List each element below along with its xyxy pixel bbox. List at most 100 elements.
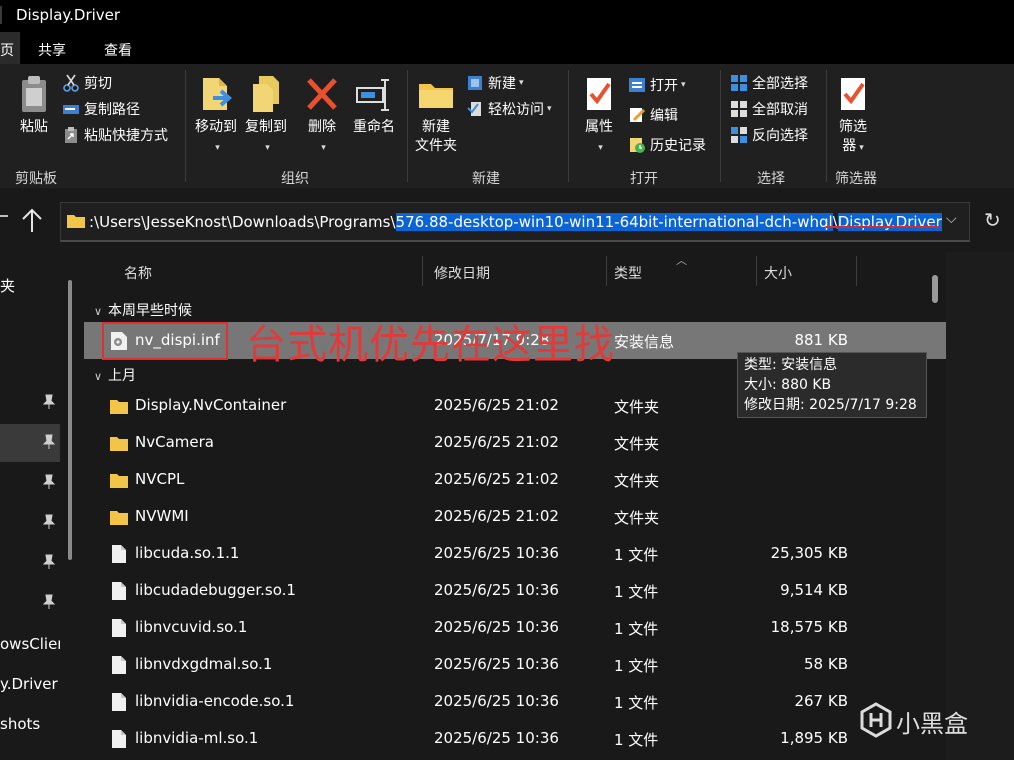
column-divider[interactable]: [422, 256, 423, 286]
file-date: 2025/6/25 21:02: [434, 433, 559, 451]
folder-icon: [110, 511, 128, 525]
file-date: 2025/6/25 21:02: [434, 470, 559, 488]
column-type[interactable]: 类型: [614, 263, 642, 283]
file-row[interactable]: libnvidia-encode.so.1 2025/6/25 10:36 1 …: [84, 683, 946, 720]
delete-button[interactable]: 删除 ▾: [300, 74, 344, 158]
nav-item-display-driver[interactable]: y.Driver: [0, 666, 60, 704]
group-header-this-week[interactable]: ∨ 本周早些时候: [94, 300, 192, 320]
pin-icon[interactable]: [42, 514, 56, 530]
group-label-organize: 组织: [281, 171, 309, 187]
select-none-button[interactable]: 全部取消: [730, 98, 808, 120]
invert-selection-button[interactable]: 反向选择: [730, 124, 808, 146]
history-button[interactable]: 历史记录: [628, 134, 706, 156]
copy-to-label: 复制到: [245, 119, 287, 135]
file-row[interactable]: libcuda.so.1.1 2025/6/25 10:36 1 文件 25,3…: [84, 535, 946, 572]
file-name: libcuda.so.1.1: [135, 544, 240, 562]
select-all-icon: [731, 75, 747, 91]
file-name: Display.NvContainer: [135, 396, 287, 414]
nav-item-screenshots[interactable]: shots: [0, 706, 60, 744]
file-date: 2025/6/25 21:02: [434, 396, 559, 414]
file-row[interactable]: libcudadebugger.so.1 2025/6/25 10:36 1 文…: [84, 572, 946, 609]
select-all-button[interactable]: 全部选择: [730, 72, 808, 94]
new-folder-button[interactable]: 新建 文件夹: [412, 74, 460, 156]
column-divider[interactable]: [756, 256, 757, 286]
file-date: 2025/6/25 10:36: [434, 729, 559, 747]
file-name: NvCamera: [135, 433, 214, 451]
address-path[interactable]: :\Users\JesseKnost\Downloads\Programs\57…: [89, 213, 942, 231]
file-row[interactable]: NVCPL 2025/6/25 21:02 文件夹: [84, 461, 946, 498]
column-divider[interactable]: [606, 256, 607, 286]
rename-button[interactable]: 重命名: [348, 74, 400, 137]
nav-scrollbar[interactable]: [68, 280, 72, 560]
file-row[interactable]: NvCamera 2025/6/25 21:02 文件夹: [84, 424, 946, 461]
new-item-icon: [468, 76, 482, 90]
open-label: 打开: [650, 78, 678, 94]
pin-icon[interactable]: [42, 554, 56, 570]
rename-label: 重命名: [353, 119, 395, 135]
filter-button[interactable]: 筛选 器 ▾: [832, 74, 874, 158]
file-type: 1 文件: [614, 583, 659, 601]
select-none-icon: [731, 101, 747, 117]
column-date[interactable]: 修改日期: [434, 263, 490, 283]
file-row[interactable]: libnvdxgdmal.so.1 2025/6/25 10:36 1 文件 5…: [84, 646, 946, 683]
up-arrow-icon[interactable]: [20, 206, 44, 234]
ribbon-separator: [185, 70, 186, 182]
pin-icon[interactable]: [42, 394, 56, 410]
history-label: 历史记录: [650, 138, 706, 154]
ribbon-separator: [568, 70, 569, 182]
file-name: libnvdxgdmal.so.1: [135, 655, 273, 673]
column-name[interactable]: 名称: [124, 263, 152, 283]
properties-icon: [587, 78, 611, 110]
open-icon: [629, 78, 645, 92]
address-bar[interactable]: :\Users\JesseKnost\Downloads\Programs\57…: [60, 202, 970, 242]
filter-caret-icon: ▾: [859, 143, 864, 153]
column-divider[interactable]: [856, 256, 857, 286]
nav-item-label: owsClient: [0, 635, 60, 653]
paste-shortcut-button[interactable]: 粘贴快捷方式: [62, 124, 168, 146]
ribbon: 粘贴 剪切 复制路径 粘贴快捷方式 剪贴板 移动到 ▾ 复制到 ▾ 删除 ▾ 重…: [0, 64, 1014, 188]
address-history-chevron-icon[interactable]: ⌵: [946, 211, 957, 227]
cut-button[interactable]: 剪切: [62, 72, 112, 94]
edit-label: 编辑: [650, 108, 678, 124]
window-edge: [0, 6, 2, 24]
open-button[interactable]: 打开 ▾: [628, 74, 686, 96]
paste-button[interactable]: 粘贴: [14, 74, 54, 137]
new-item-button[interactable]: 新建 ▾: [466, 72, 524, 94]
pin-icon[interactable]: [42, 594, 56, 610]
file-type: 1 文件: [614, 657, 659, 675]
tab-share[interactable]: 共享: [38, 40, 66, 60]
properties-label: 属性: [585, 119, 613, 135]
annotation-box: [102, 322, 228, 360]
tooltip-size: 大小: 880 KB: [744, 377, 832, 393]
folder-icon: [110, 437, 128, 451]
edit-button[interactable]: 编辑: [628, 104, 678, 126]
content-scrollbar-thumb[interactable]: [932, 275, 938, 303]
ribbon-separator: [720, 70, 721, 182]
file-row[interactable]: libnvcuvid.so.1 2025/6/25 10:36 1 文件 18,…: [84, 609, 946, 646]
pin-icon[interactable]: [42, 474, 56, 490]
back-arrow-icon[interactable]: [0, 215, 8, 217]
pin-icon[interactable]: [42, 434, 56, 450]
move-to-button[interactable]: 移动到 ▾: [192, 74, 240, 158]
new-item-label: 新建: [488, 76, 516, 92]
file-row[interactable]: NVWMI 2025/6/25 21:02 文件夹: [84, 498, 946, 535]
easy-access-button[interactable]: 轻松访问 ▾: [466, 98, 552, 120]
copy-to-caret-icon: ▾: [265, 143, 270, 153]
nav-item-windowsclient[interactable]: owsClient: [0, 626, 60, 664]
group-label-open: 打开: [630, 171, 658, 187]
file-type: 文件夹: [614, 398, 660, 416]
tab-home[interactable]: 页: [0, 32, 20, 64]
group-label-new: 新建: [472, 171, 500, 187]
nav-item-label: y.Driver: [0, 675, 58, 693]
refresh-icon[interactable]: ↻: [984, 208, 1001, 232]
group-header-last-month[interactable]: ∨ 上月: [94, 365, 136, 385]
tab-view[interactable]: 查看: [104, 40, 132, 60]
file-row[interactable]: libnvidia-ml.so.1 2025/6/25 10:36 1 文件 1…: [84, 720, 946, 757]
copy-to-button[interactable]: 复制到 ▾: [242, 74, 290, 158]
chevron-down-icon: ∨: [94, 370, 103, 383]
file-size: 18,575 KB: [770, 618, 848, 636]
column-size[interactable]: 大小: [764, 263, 792, 283]
copy-path-button[interactable]: 复制路径: [62, 98, 140, 120]
nav-item-folder[interactable]: 夹: [0, 266, 60, 304]
properties-button[interactable]: 属性 ▾: [578, 74, 620, 158]
